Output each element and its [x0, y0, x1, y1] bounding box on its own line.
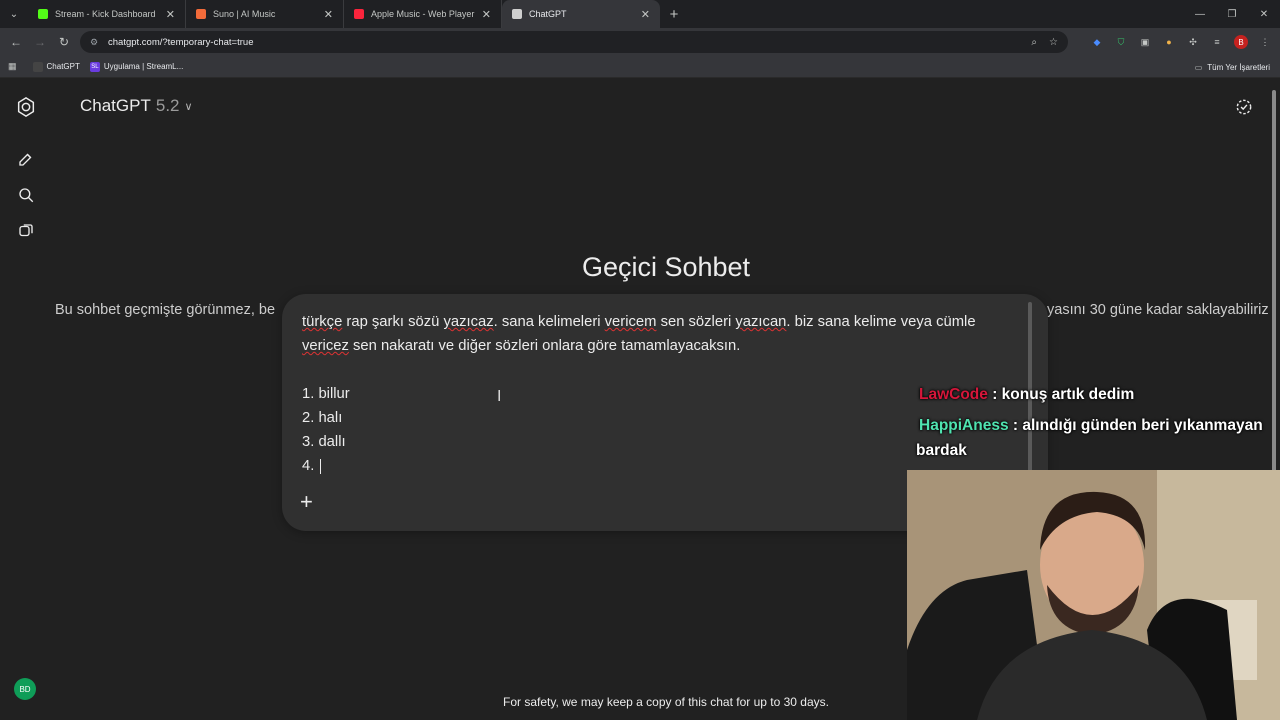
- reload-icon[interactable]: ↻: [52, 35, 76, 49]
- page-title: Geçici Sohbet: [581, 252, 751, 282]
- chevron-down-icon: ∨: [184, 100, 193, 113]
- prompt-text: . sana kelimeleri: [493, 314, 605, 330]
- window-controls: — ❐ ✕: [1184, 0, 1280, 28]
- prompt-text: sen sözleri: [656, 314, 736, 330]
- add-attachment-button[interactable]: +: [300, 491, 313, 513]
- tab-title: ChatGPT: [529, 9, 567, 19]
- tab-title: Suno | AI Music: [213, 9, 276, 19]
- prompt-text: sen nakaratı ve diğer sözleri onlara gör…: [348, 338, 741, 354]
- profile-avatar[interactable]: B: [1234, 35, 1248, 49]
- tab-favicon-icon: [196, 9, 206, 19]
- library-icon[interactable]: [14, 219, 38, 243]
- apps-grid-icon[interactable]: ▦: [8, 61, 17, 72]
- extensions-area: ◆ ⛉ ▣ ● ✣ ≡ B ⋮: [1090, 28, 1272, 56]
- address-bar[interactable]: ⚙ chatgpt.com/?temporary-chat=true ⌕ ☆: [80, 31, 1068, 53]
- misspelled-word: yazıcan: [735, 314, 787, 330]
- temporary-chat-toggle-icon[interactable]: [1234, 97, 1254, 117]
- zoom-icon[interactable]: ⌕: [1031, 37, 1037, 48]
- puzzle-icon[interactable]: ✣: [1186, 35, 1200, 49]
- tab-favicon-icon: [512, 9, 522, 19]
- temporary-notice-left: Bu sohbet geçmişte görünmez, be: [55, 302, 276, 318]
- close-tab-icon[interactable]: ✕: [324, 8, 333, 21]
- prompt-paragraph[interactable]: türkçe rap şarkı sözü yazıcaz. sana keli…: [302, 310, 1017, 358]
- menu-icon[interactable]: ⋮: [1258, 35, 1272, 49]
- webcam-feed: [907, 470, 1280, 720]
- tab-title: Apple Music - Web Player: [371, 9, 475, 19]
- browser-tab[interactable]: Suno | AI Music ✕: [186, 0, 344, 28]
- stream-chat-message: HappiAness : alındığı günden beri yıkanm…: [916, 413, 1280, 463]
- bookmark-streamlabs[interactable]: SL Uygulama | StreamL...: [89, 61, 184, 72]
- all-bookmarks[interactable]: ▭ Tüm Yer İşaretleri: [1195, 56, 1270, 78]
- chatgpt-logo-icon: [32, 61, 43, 72]
- close-window-icon[interactable]: ✕: [1248, 0, 1280, 28]
- model-version: 5.2: [155, 96, 180, 115]
- prompt-list-item: 3. dallı: [302, 434, 346, 450]
- browser-tab[interactable]: ChatGPT ✕: [502, 0, 660, 28]
- tab-search-button[interactable]: ⌄: [0, 0, 28, 28]
- prompt-text: . biz sana kelime veya cümle: [786, 314, 976, 330]
- back-icon[interactable]: ←: [4, 35, 28, 49]
- extension-icon[interactable]: ●: [1162, 35, 1176, 49]
- extension-icon[interactable]: ▣: [1138, 35, 1152, 49]
- text-caret: [320, 458, 322, 474]
- prompt-list-item: 2. halı: [302, 410, 343, 426]
- prompt-list-item: 1. billur: [302, 386, 350, 402]
- close-tab-icon[interactable]: ✕: [641, 8, 650, 21]
- minimize-icon[interactable]: —: [1184, 0, 1216, 28]
- tab-favicon-icon: [38, 9, 48, 19]
- shield-icon[interactable]: ⛉: [1114, 35, 1128, 49]
- media-icon[interactable]: ≡: [1210, 35, 1224, 49]
- temporary-notice-right: yasını 30 güne kadar saklayabiliriz: [1047, 302, 1269, 318]
- prompt-list[interactable]: 1. billur 2. halı 3. dallı 4.: [302, 382, 350, 478]
- folder-icon: ▭: [1194, 62, 1203, 72]
- close-tab-icon[interactable]: ✕: [166, 8, 175, 21]
- prompt-list-item: 4.: [302, 454, 350, 478]
- new-chat-icon[interactable]: [14, 147, 38, 171]
- bookmark-label: ChatGPT: [46, 62, 80, 71]
- misspelled-word: yazıcaz: [443, 314, 494, 330]
- bookmarks-bar: ▦ ChatGPT SL Uygulama | StreamL... ▭ Tüm…: [0, 56, 1280, 78]
- openai-logo-icon[interactable]: [14, 95, 38, 119]
- forward-icon[interactable]: →: [28, 35, 52, 49]
- url-text: chatgpt.com/?temporary-chat=true: [108, 36, 254, 48]
- close-tab-icon[interactable]: ✕: [482, 8, 491, 21]
- misspelled-word: vericez: [302, 338, 349, 354]
- model-name: ChatGPT: [80, 96, 151, 115]
- chat-username: LawCode: [919, 386, 988, 403]
- bookmark-star-icon[interactable]: ☆: [1049, 37, 1058, 48]
- chat-message-text: : konuş artık dedim: [987, 386, 1135, 403]
- stream-chat-message: LawCode : konuş artık dedim: [916, 382, 1280, 407]
- browser-tab[interactable]: Apple Music - Web Player ✕: [344, 0, 502, 28]
- new-tab-button[interactable]: +: [660, 0, 688, 28]
- stream-chat-overlay: LawCode : konuş artık dedim HappiAness : …: [916, 382, 1280, 469]
- misspelled-word: vericem: [604, 314, 657, 330]
- misspelled-word: türkçe: [302, 314, 343, 330]
- browser-tab-strip: ⌄ Stream - Kick Dashboard ✕ Suno | AI Musi…: [0, 0, 1280, 28]
- browser-toolbar: ← → ↻ ⚙ chatgpt.com/?temporary-chat=true…: [0, 28, 1280, 56]
- model-selector[interactable]: ChatGPT 5.2 ∨: [80, 96, 193, 116]
- restore-icon[interactable]: ❐: [1216, 0, 1248, 28]
- bookmark-chatgpt[interactable]: ChatGPT: [32, 61, 80, 72]
- extension-icon[interactable]: ◆: [1090, 35, 1104, 49]
- tab-favicon-icon: [354, 9, 364, 19]
- text-cursor-icon: I: [497, 388, 502, 405]
- sidebar-rail: BD: [0, 78, 52, 720]
- streamlabs-icon: SL: [89, 61, 100, 72]
- chat-username: HappiAness: [919, 417, 1009, 434]
- bookmark-label: Uygulama | StreamL...: [103, 62, 184, 71]
- site-info-icon[interactable]: ⚙: [90, 37, 102, 48]
- prompt-text: rap şarkı sözü: [342, 314, 444, 330]
- browser-tab[interactable]: Stream - Kick Dashboard ✕: [28, 0, 186, 28]
- tab-title: Stream - Kick Dashboard: [55, 9, 156, 19]
- search-icon[interactable]: [14, 183, 38, 207]
- all-bookmarks-label: Tüm Yer İşaretleri: [1207, 62, 1270, 72]
